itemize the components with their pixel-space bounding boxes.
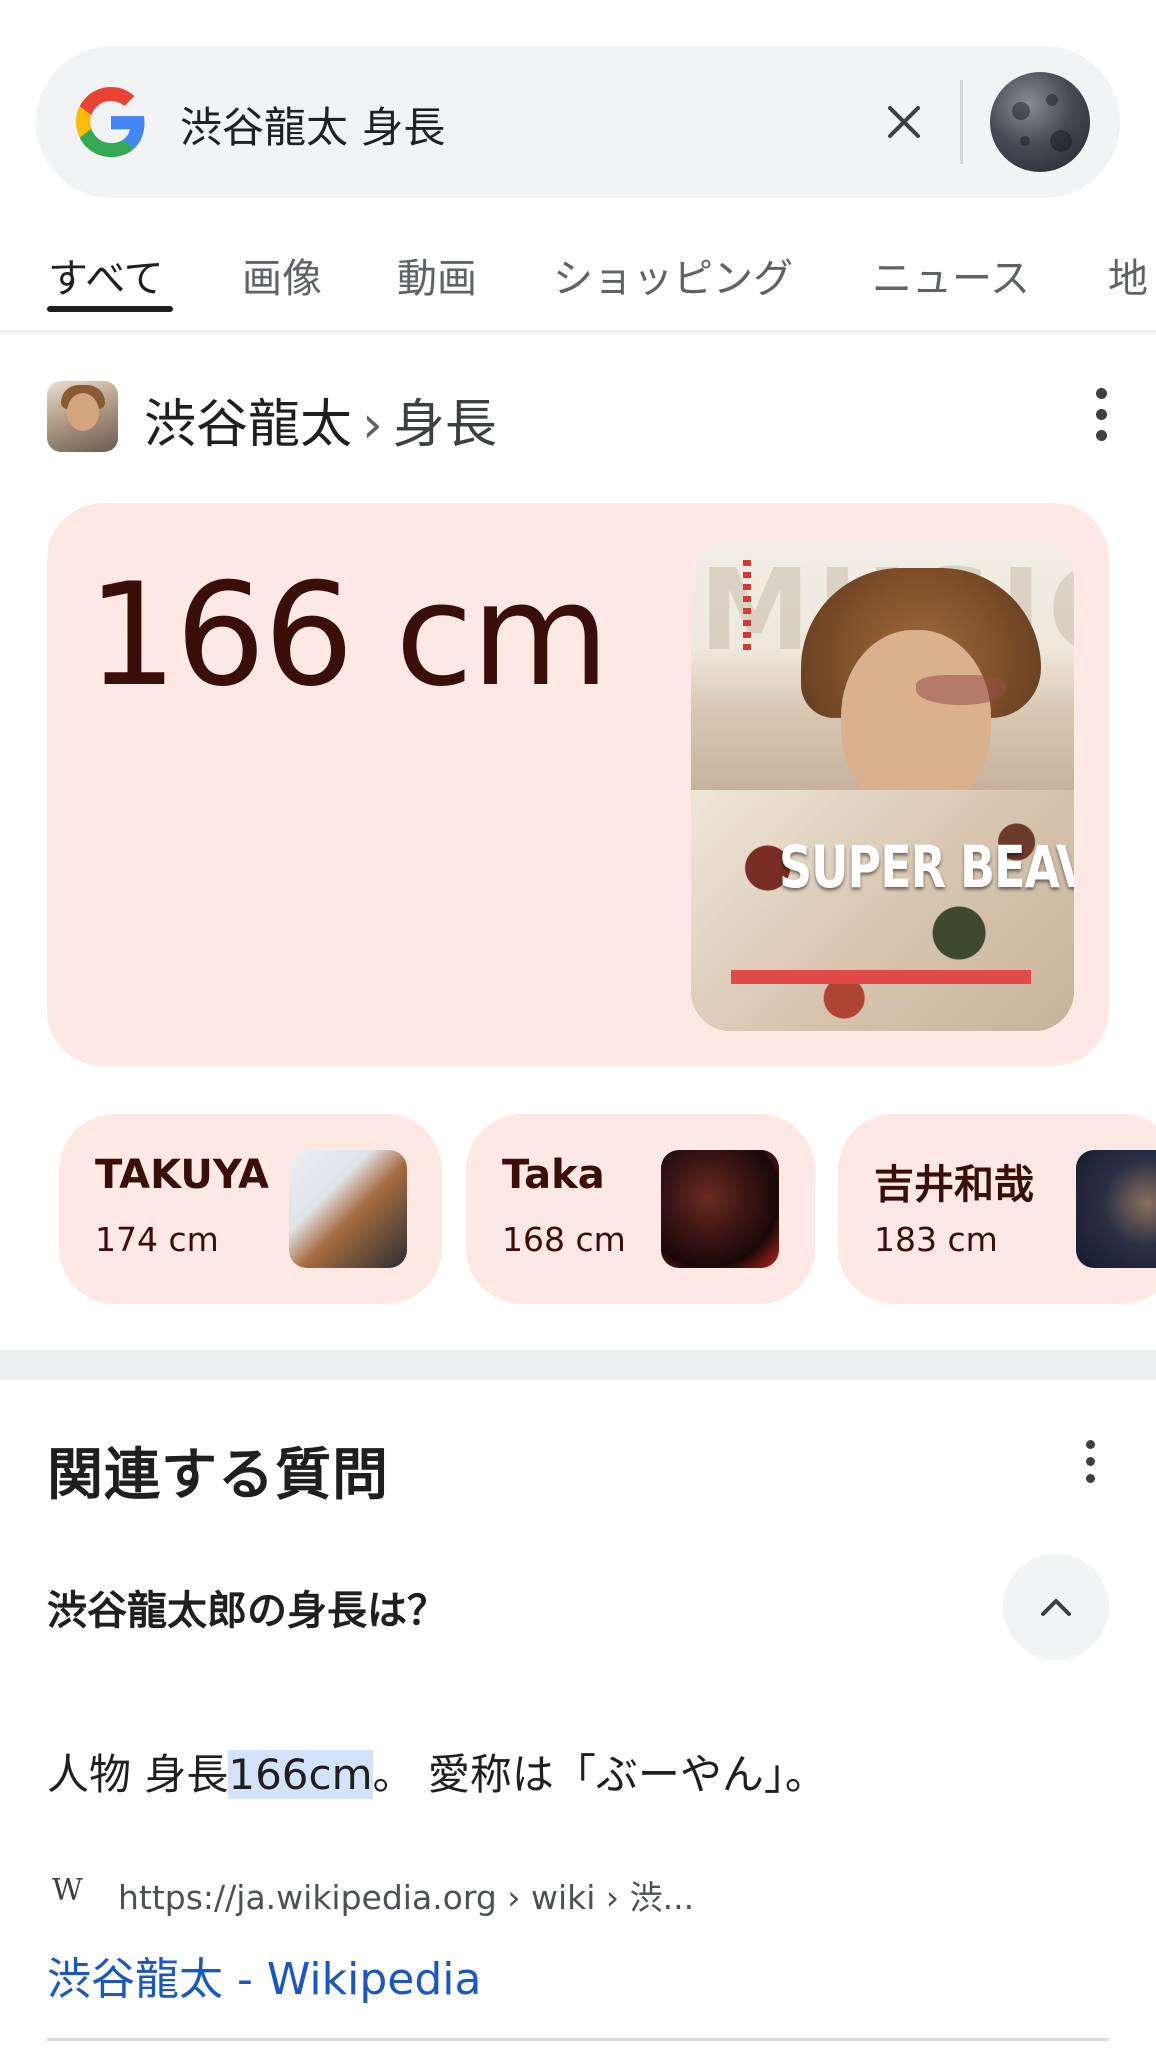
- search-tabs: すべて 画像 動画 ショッピング ニュース 地: [0, 236, 1156, 332]
- related-person-chip[interactable]: Taka 168 cm: [466, 1114, 815, 1304]
- collapse-button[interactable]: [1003, 1554, 1109, 1660]
- person-photo: [1076, 1150, 1156, 1268]
- breadcrumb-separator: ›: [362, 395, 383, 455]
- cover-band-name: SUPER BEAVER: [779, 833, 1074, 901]
- person-height: 183 cm: [874, 1220, 998, 1259]
- answer-snippet: 人物 身長166cm。 愛称は「ぶーやん」。: [47, 1741, 827, 1802]
- person-photo: [661, 1150, 779, 1268]
- active-tab-indicator: [47, 306, 173, 312]
- tabs-shadow: [0, 330, 1156, 336]
- answer-prefix: 人物 身長: [47, 1750, 229, 1799]
- tab-shopping[interactable]: ショッピング: [553, 246, 793, 304]
- section-separator: [0, 1350, 1156, 1380]
- cover-face: [841, 630, 991, 810]
- person-photo: [289, 1150, 407, 1268]
- search-bar[interactable]: 渋谷龍太 身長: [36, 46, 1120, 198]
- knowledge-title[interactable]: 渋谷龍太 › 身長: [144, 382, 497, 457]
- source-title-link[interactable]: 渋谷龍太 - Wikipedia: [47, 1943, 481, 2007]
- more-options-icon[interactable]: [1081, 1440, 1101, 1484]
- person-name: Taka: [502, 1152, 605, 1198]
- question-text[interactable]: 渋谷龍太郎の身長は？: [47, 1578, 447, 1636]
- google-g-icon: [76, 87, 145, 157]
- answer-suffix: 。 愛称は「ぶーやん」。: [372, 1750, 827, 1799]
- attribute-name: 身長: [392, 395, 497, 455]
- moon-avatar-icon[interactable]: [990, 72, 1090, 172]
- wikipedia-icon: W: [52, 1873, 83, 1908]
- close-icon[interactable]: [874, 92, 934, 152]
- related-questions-title: 関連する質問: [47, 1443, 389, 1508]
- cover-red-bar: [731, 970, 1031, 984]
- knowledge-header: 渋谷龍太 › 身長: [47, 378, 1127, 458]
- more-options-icon[interactable]: [1092, 388, 1112, 444]
- search-query-input[interactable]: 渋谷龍太 身長: [180, 94, 445, 155]
- entity-thumbnail[interactable]: [47, 381, 118, 452]
- tab-all[interactable]: すべて: [48, 246, 164, 304]
- magazine-cover-image[interactable]: MUSICA SUPER BEAVER: [691, 540, 1074, 1031]
- chevron-up-icon: [1041, 1599, 1071, 1616]
- person-name: 吉井和哉: [874, 1162, 1034, 1208]
- tab-news[interactable]: ニュース: [872, 246, 1030, 304]
- person-name: TAKUYA: [95, 1152, 270, 1198]
- tab-maps[interactable]: 地: [1108, 246, 1148, 304]
- search-divider: [960, 80, 963, 164]
- person-height: 168 cm: [502, 1220, 626, 1259]
- answer-highlight: 166cm: [228, 1750, 373, 1799]
- related-person-chip[interactable]: TAKUYA 174 cm: [59, 1114, 442, 1304]
- cover-shirt: [691, 790, 1074, 1031]
- tab-videos[interactable]: 動画: [397, 246, 477, 304]
- height-value: 166 cm: [87, 553, 610, 718]
- entity-name: 渋谷龍太: [144, 395, 353, 455]
- divider: [47, 2038, 1109, 2041]
- person-height: 174 cm: [95, 1220, 219, 1259]
- height-answer-card[interactable]: 166 cm MUSICA SUPER BEAVER: [47, 503, 1109, 1066]
- cover-sunglasses: [916, 675, 1006, 705]
- related-person-chip[interactable]: 吉井和哉 183 cm: [838, 1114, 1156, 1304]
- tab-images[interactable]: 画像: [242, 246, 322, 304]
- cover-decoration: [743, 560, 751, 650]
- source-url[interactable]: https://ja.wikipedia.org › wiki › 渋...: [118, 1871, 694, 1919]
